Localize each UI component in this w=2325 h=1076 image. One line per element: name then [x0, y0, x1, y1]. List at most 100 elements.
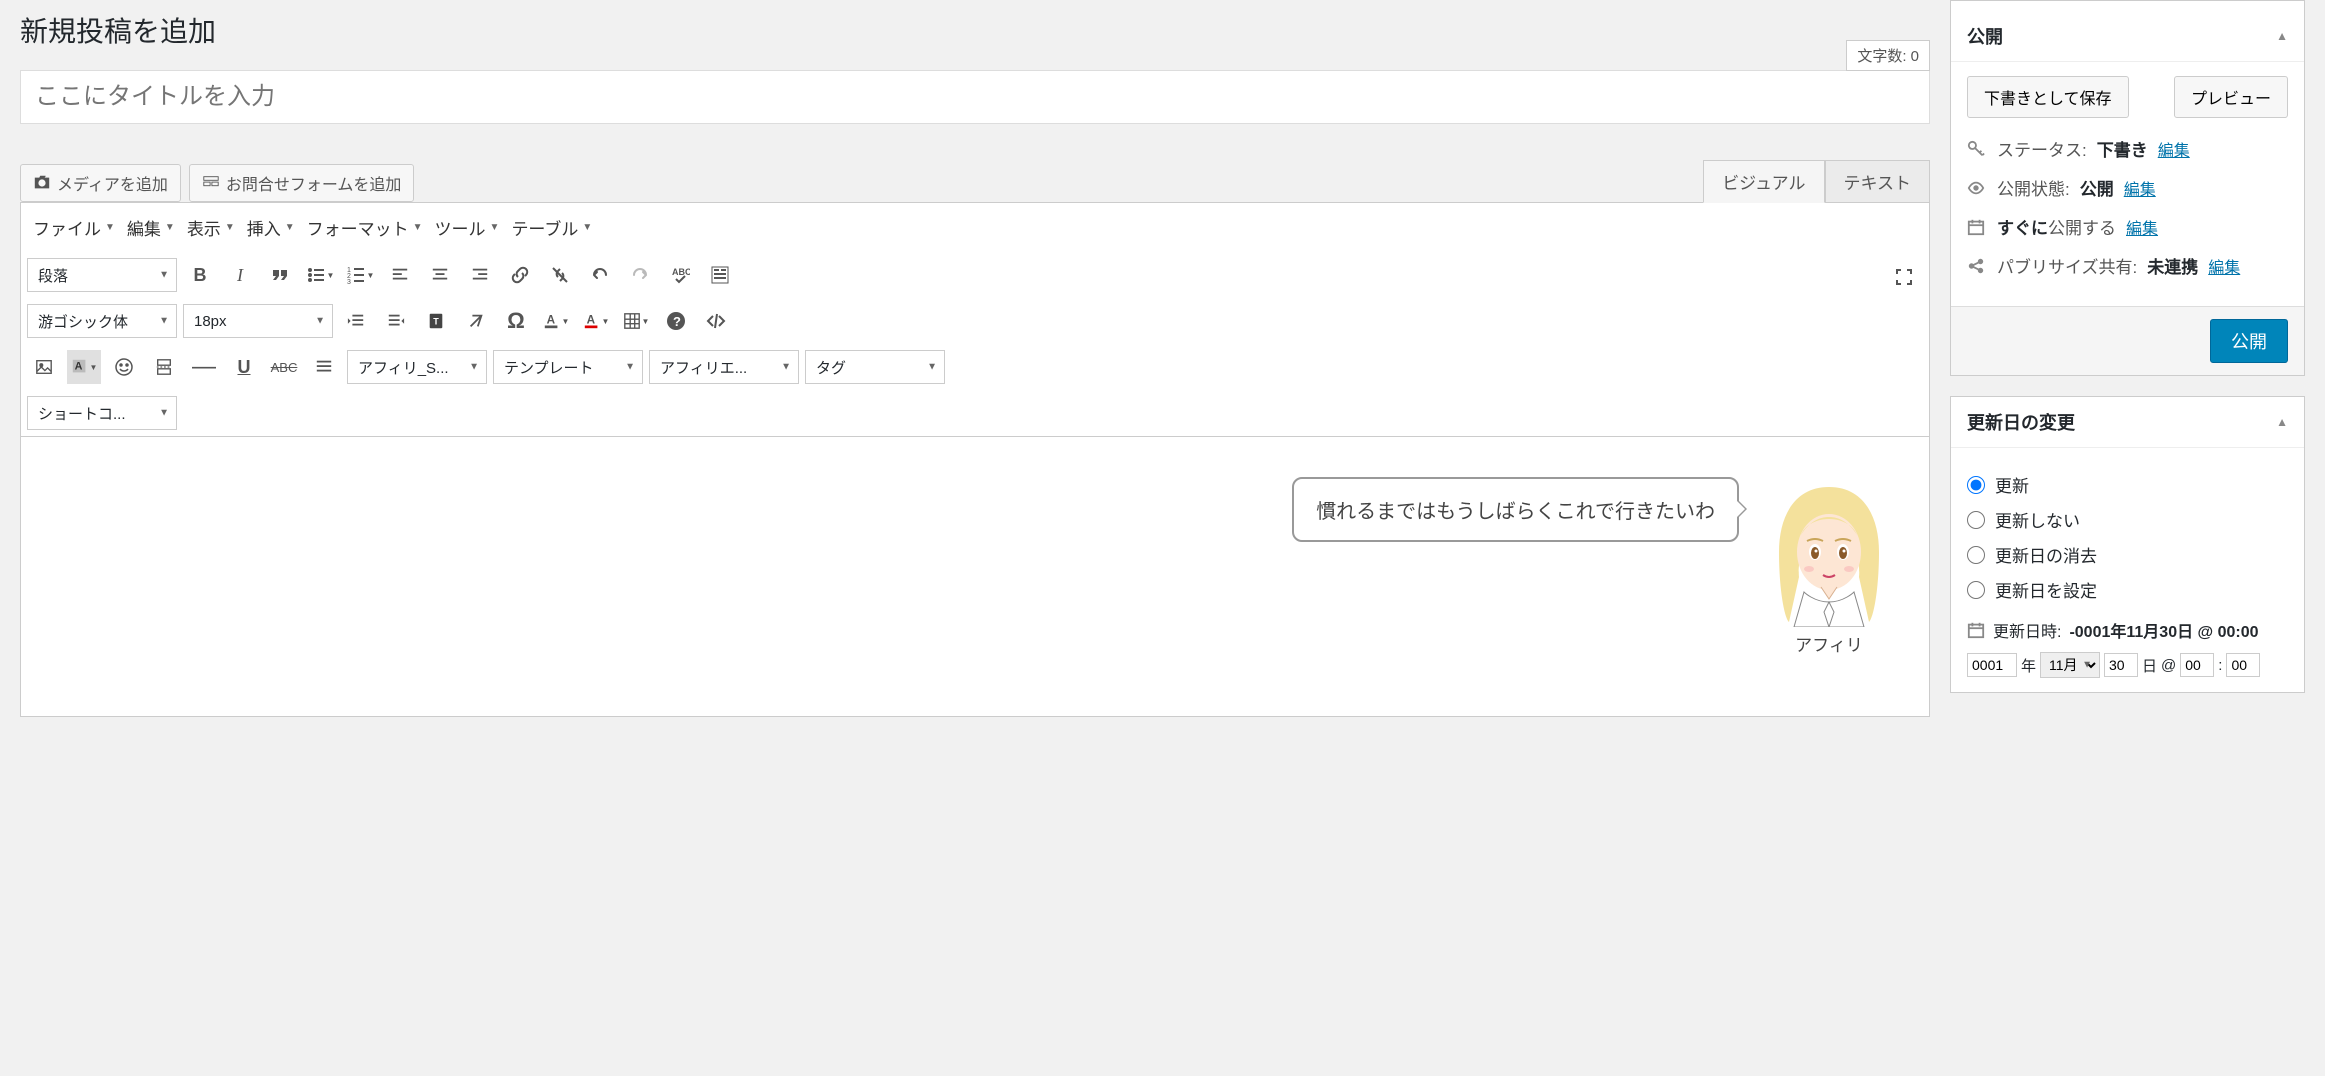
blockquote-button[interactable] — [263, 258, 297, 292]
word-count-label: 文字数: — [1857, 48, 1906, 65]
svg-text:3: 3 — [347, 279, 351, 285]
paste-text-button[interactable]: T — [419, 304, 453, 338]
menu-file[interactable]: ファイル▼ — [29, 209, 119, 246]
indent-button[interactable] — [379, 304, 413, 338]
radio-set-date[interactable]: 更新日を設定 — [1967, 577, 2288, 602]
font-size-select[interactable]: 18px — [183, 304, 333, 338]
link-button[interactable] — [503, 258, 537, 292]
year-input[interactable] — [1967, 653, 2017, 677]
unlink-button[interactable] — [543, 258, 577, 292]
align-center-button[interactable] — [423, 258, 457, 292]
font-family-select[interactable]: 游ゴシック体 — [27, 304, 177, 338]
publicize-label: パブリサイズ共有: — [1997, 253, 2137, 278]
align-left-button[interactable] — [383, 258, 417, 292]
affili-s-select[interactable]: アフィリ_S... — [347, 350, 487, 384]
year-suffix: 年 — [2021, 655, 2036, 676]
edit-schedule-link[interactable]: 編集 — [2126, 215, 2158, 239]
avatar-image — [1759, 477, 1899, 627]
month-select[interactable]: 11月 — [2040, 652, 2100, 678]
background-color-button[interactable]: A▼ — [539, 304, 573, 338]
menu-format[interactable]: フォーマット▼ — [303, 209, 427, 246]
share-icon — [1967, 257, 1987, 275]
editor-content-area[interactable]: 慣れるまではもうしばらくこれで行きたいわ — [20, 437, 1930, 717]
underline-button[interactable]: U — [227, 350, 261, 384]
menu-edit[interactable]: 編集▼ — [123, 209, 179, 246]
paragraph-select[interactable]: 段落 — [27, 258, 177, 292]
affiliate-select[interactable]: アフィリエ... — [649, 350, 799, 384]
tag-select[interactable]: タグ — [805, 350, 945, 384]
outdent-button[interactable] — [339, 304, 373, 338]
spellcheck-button[interactable]: ABC — [663, 258, 697, 292]
radio-no-update[interactable]: 更新しない — [1967, 507, 2288, 532]
text-color-button[interactable]: A▼ — [579, 304, 613, 338]
day-input[interactable] — [2104, 653, 2138, 677]
numbered-list-button[interactable]: 123▼ — [343, 258, 377, 292]
editor-toolbar-4: ショートコ... — [20, 390, 1930, 437]
svg-text:ABC: ABC — [672, 267, 690, 277]
preview-button[interactable]: プレビュー — [2174, 76, 2288, 118]
hr-button[interactable]: — — [187, 350, 221, 384]
svg-text:T: T — [433, 317, 439, 327]
status-label: ステータス: — [1997, 136, 2087, 161]
italic-button[interactable]: I — [223, 258, 257, 292]
add-media-button[interactable]: メディアを追加 — [20, 164, 181, 202]
strikethrough-button[interactable]: ABC — [267, 350, 301, 384]
menu-tools[interactable]: ツール▼ — [431, 209, 504, 246]
editor-toolbar-1: 段落 B I ▼ 123▼ ABC — [20, 252, 1930, 298]
emoji-button[interactable] — [107, 350, 141, 384]
publish-box-toggle[interactable]: ▲ — [2276, 29, 2288, 43]
special-char-button[interactable]: Ω — [499, 304, 533, 338]
svg-text:A: A — [74, 361, 82, 373]
add-contact-form-button[interactable]: お問合せフォームを追加 — [189, 164, 415, 202]
clear-formatting-button[interactable] — [459, 304, 493, 338]
toggle-toolbar-button[interactable] — [703, 258, 737, 292]
calendar-icon — [1967, 218, 1987, 236]
redo-button[interactable] — [623, 258, 657, 292]
bullet-list-button[interactable]: ▼ — [303, 258, 337, 292]
justify-button[interactable] — [307, 350, 341, 384]
update-date-box-toggle[interactable]: ▲ — [2276, 415, 2288, 429]
menu-insert[interactable]: 挿入▼ — [243, 209, 299, 246]
update-datetime-value: -0001年11月30日 @ 00:00 — [2069, 618, 2258, 642]
source-code-button[interactable] — [699, 304, 733, 338]
visibility-value: 公開 — [2080, 175, 2114, 200]
publish-button[interactable]: 公開 — [2210, 319, 2288, 363]
bold-button[interactable]: B — [183, 258, 217, 292]
menu-view[interactable]: 表示▼ — [183, 209, 239, 246]
fullscreen-button[interactable] — [1887, 260, 1921, 294]
camera-music-icon — [33, 174, 51, 192]
save-draft-button[interactable]: 下書きとして保存 — [1967, 76, 2129, 118]
template-select[interactable]: テンプレート — [493, 350, 643, 384]
minute-input[interactable] — [2226, 653, 2260, 677]
publicize-value: 未連携 — [2147, 253, 2198, 278]
tab-text[interactable]: テキスト — [1825, 160, 1931, 203]
edit-visibility-link[interactable]: 編集 — [2124, 176, 2156, 200]
image-button[interactable] — [27, 350, 61, 384]
tab-visual[interactable]: ビジュアル — [1703, 160, 1824, 203]
post-title-input[interactable] — [20, 70, 1930, 124]
menu-table[interactable]: テーブル▼ — [507, 209, 596, 246]
svg-text:?: ? — [673, 314, 681, 329]
align-right-button[interactable] — [463, 258, 497, 292]
highlight-color-button[interactable]: A▼ — [67, 350, 101, 384]
svg-text:A: A — [546, 314, 555, 327]
editor-toolbar-2: 游ゴシック体 18px T Ω A▼ A▼ ▼ ? — [20, 298, 1930, 344]
edit-publicize-link[interactable]: 編集 — [2208, 254, 2240, 278]
word-count-value: 0 — [1911, 48, 1919, 65]
shortcode-select[interactable]: ショートコ... — [27, 396, 177, 430]
pagebreak-button[interactable] — [147, 350, 181, 384]
radio-update[interactable]: 更新 — [1967, 472, 2288, 497]
time-colon: : — [2218, 657, 2222, 674]
hour-input[interactable] — [2180, 653, 2214, 677]
publish-box-title: 公開 — [1967, 23, 2003, 49]
key-icon — [1967, 140, 1987, 158]
page-title: 新規投稿を追加 — [20, 10, 1930, 50]
add-contact-form-label: お問合せフォームを追加 — [226, 171, 402, 195]
undo-button[interactable] — [583, 258, 617, 292]
speech-bubble: 慣れるまではもうしばらくこれで行きたいわ — [1292, 477, 1739, 542]
table-button[interactable]: ▼ — [619, 304, 653, 338]
day-suffix: 日 — [2142, 655, 2157, 676]
help-button[interactable]: ? — [659, 304, 693, 338]
radio-clear-date[interactable]: 更新日の消去 — [1967, 542, 2288, 567]
edit-status-link[interactable]: 編集 — [2158, 137, 2190, 161]
